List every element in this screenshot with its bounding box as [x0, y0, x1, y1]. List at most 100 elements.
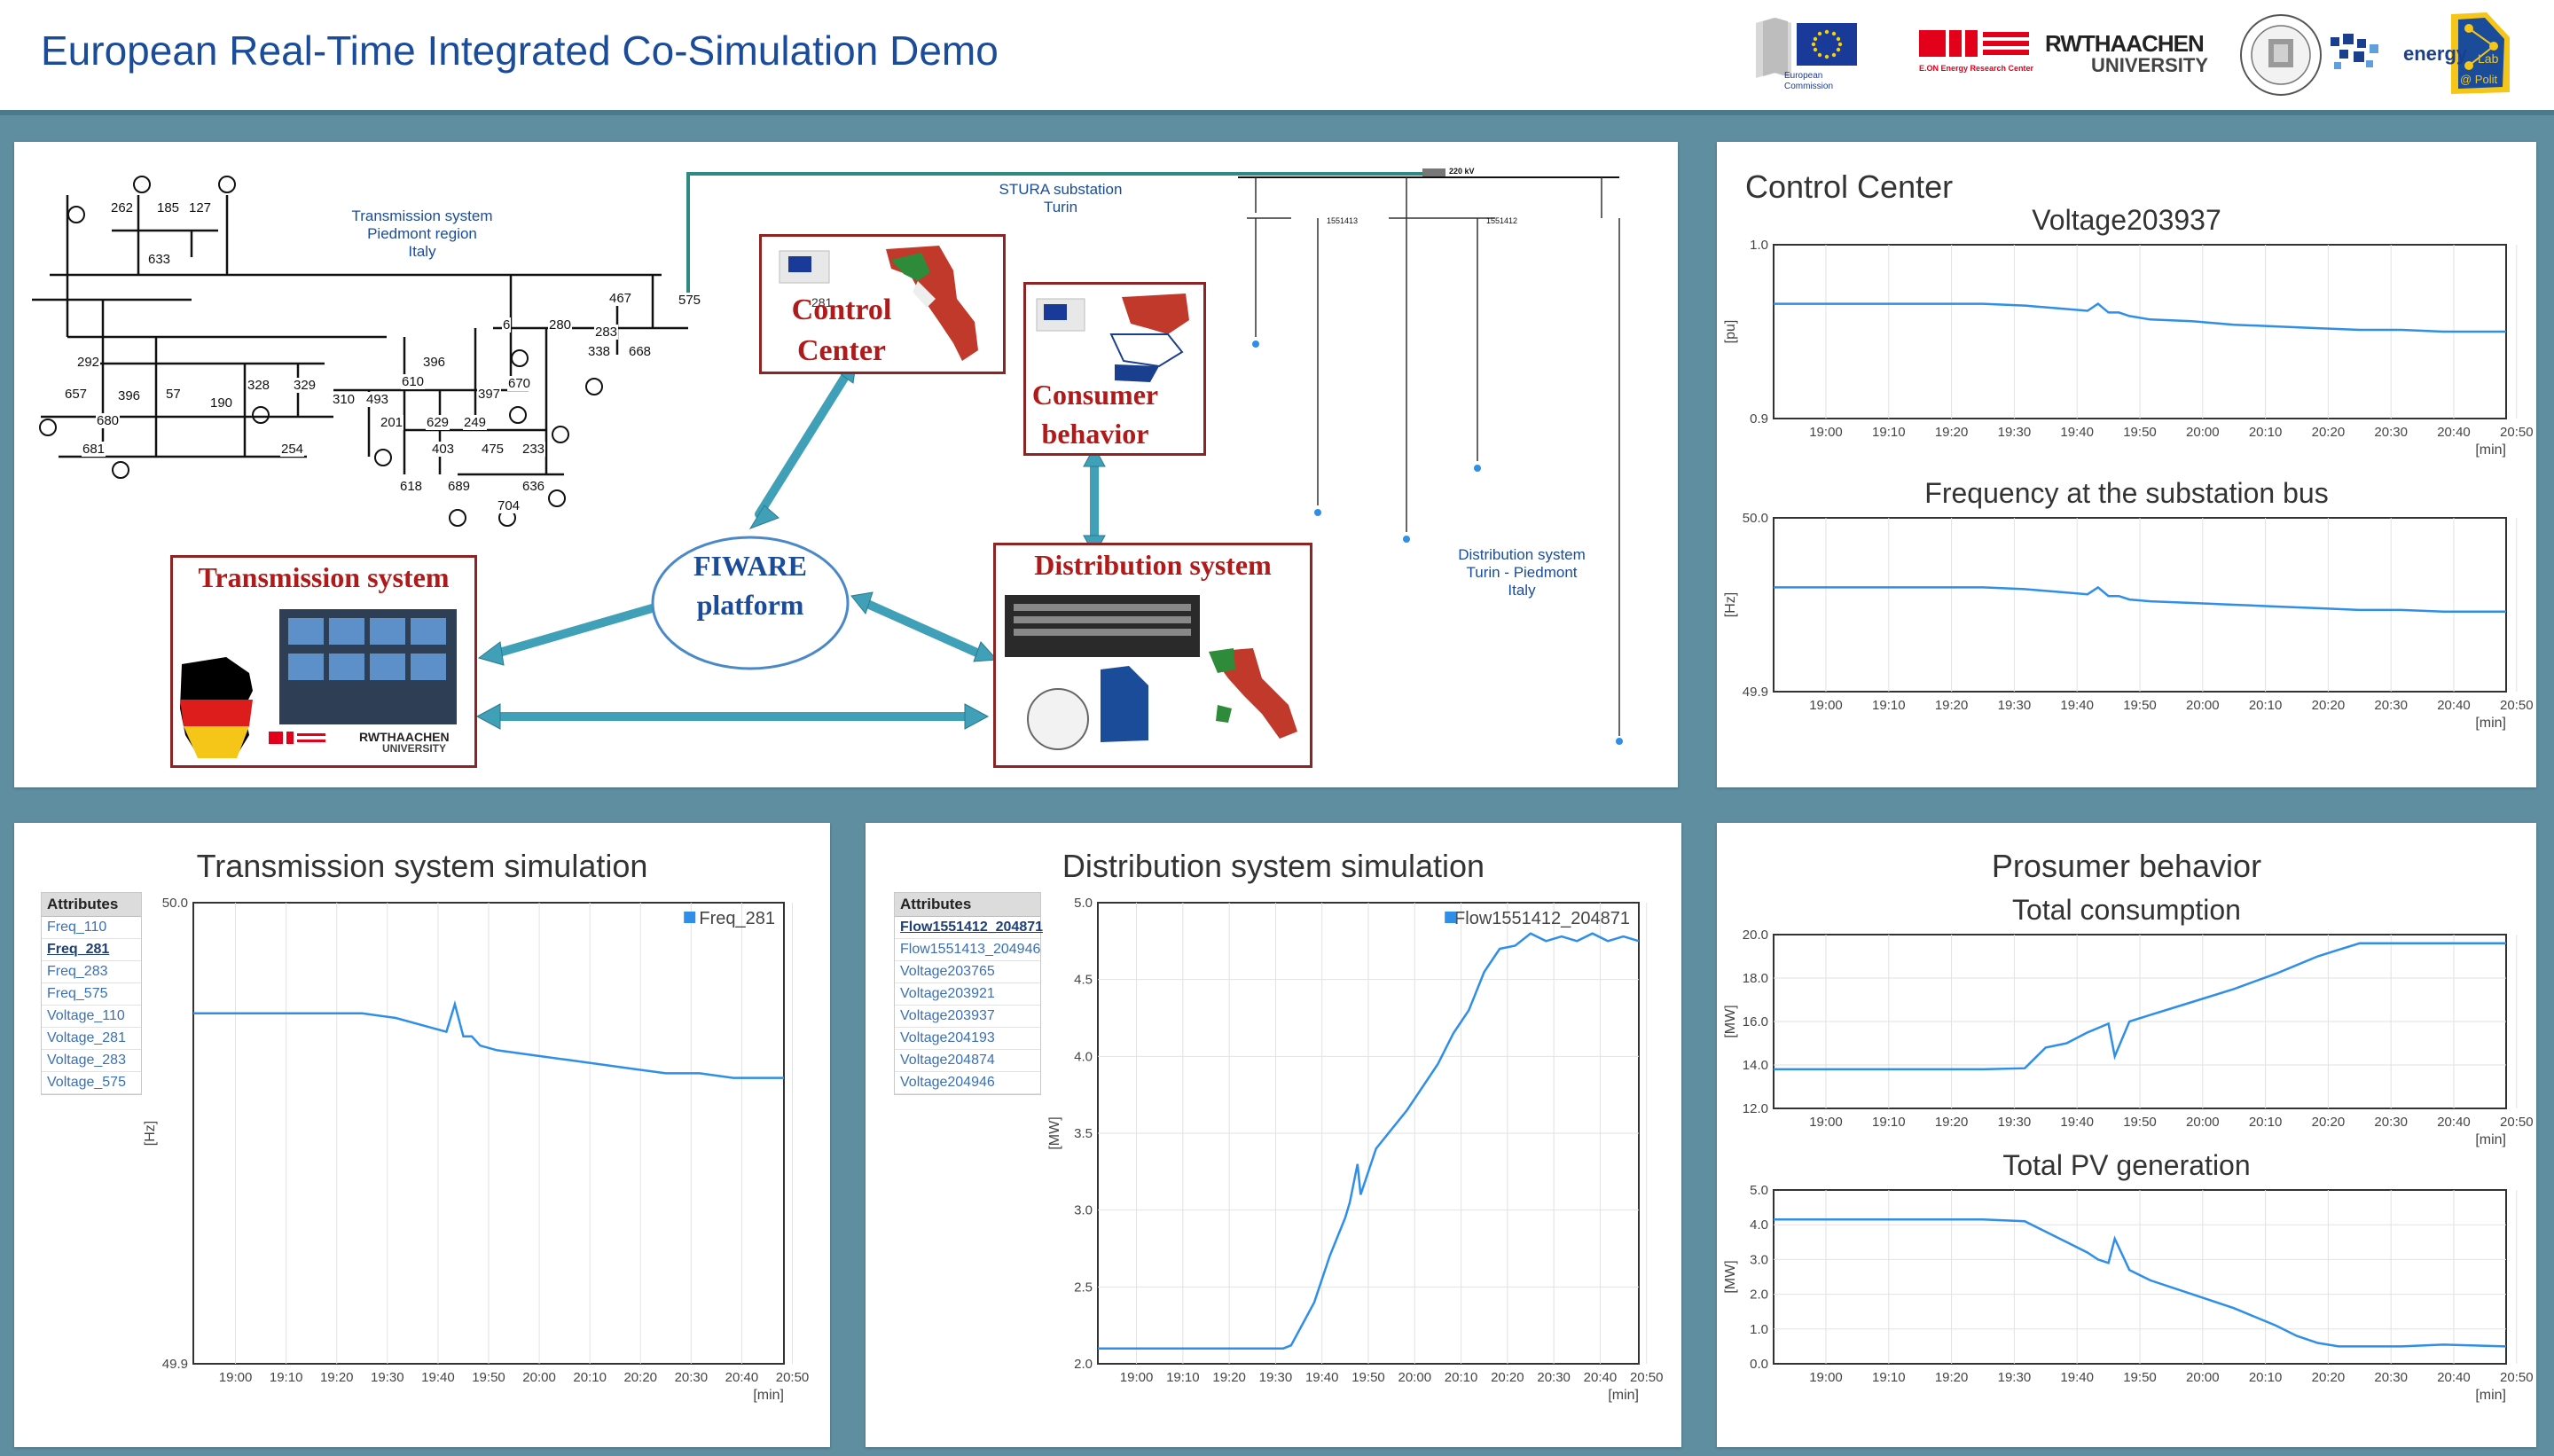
- x-tick-label: 20:50: [2500, 698, 2534, 713]
- x-tick-label: 20:30: [2374, 425, 2408, 440]
- ec-logo-line2: Commission: [1784, 82, 1834, 91]
- bus-number-label: 201: [380, 415, 404, 430]
- y-tick-label: 2.0: [1750, 1288, 1768, 1303]
- x-tick-label: 19:30: [1998, 1115, 2032, 1130]
- lab-logo-text: Lab: [2478, 51, 2499, 66]
- consumer-behavior-label-line1: Consumer: [1031, 379, 1159, 411]
- x-tick-label: 20:40: [2437, 1115, 2471, 1130]
- x-tick-label: 20:00: [1398, 1370, 1432, 1385]
- legend-swatch: [684, 912, 696, 923]
- y-tick-label: 12.0: [1743, 1101, 1768, 1116]
- x-tick-label: 19:20: [1935, 698, 1969, 713]
- polito-seal-logo: [2238, 12, 2323, 98]
- bus-number-label: 233: [521, 442, 546, 457]
- x-tick-label: 19:30: [1998, 698, 2032, 713]
- y-tick-label: 3.0: [1074, 1203, 1093, 1218]
- transmission-caption-line2: Piedmont region: [367, 225, 477, 242]
- x-tick-label: 19:40: [2060, 1115, 2094, 1130]
- y-tick-label: 4.0: [1750, 1217, 1768, 1233]
- bus-number-label: 403: [431, 442, 456, 457]
- x-tick-label: 20:00: [2186, 698, 2220, 713]
- x-axis-unit: [min]: [2475, 1132, 2506, 1147]
- y-tick-label: 5.0: [1074, 896, 1093, 911]
- transmission-caption-line3: Italy: [408, 243, 436, 260]
- y-tick-label: 14.0: [1743, 1058, 1768, 1073]
- transmission-caption: Transmission system Piedmont region Ital…: [316, 207, 529, 261]
- y-tick-label: 49.9: [162, 1357, 188, 1372]
- x-tick-label: 20:30: [2374, 1370, 2408, 1385]
- bus-number-label: 680: [96, 413, 121, 428]
- transmission-system-box: Transmission system RWTHAACHEN UNIVERSIT…: [170, 555, 477, 768]
- eon-logo: E.ON Energy Research Center: [1919, 30, 2033, 78]
- x-tick-label: 19:00: [1809, 425, 1843, 440]
- bus-number-label: 185: [156, 200, 181, 215]
- x-axis-unit: [min]: [2475, 716, 2506, 731]
- x-tick-label: 19:20: [1935, 1370, 1969, 1385]
- bus-number-label: 633: [147, 252, 172, 267]
- x-tick-label: 20:30: [1537, 1370, 1571, 1385]
- y-tick-label: 5.0: [1750, 1183, 1768, 1198]
- fiware-label-line2: platform: [696, 589, 804, 621]
- distribution-flow-chart[interactable]: 19:00 19:10 19:20 19:30 19:40 19:50 20:00 20:10…: [866, 892, 1681, 1424]
- y-axis-label: [pu]: [1723, 320, 1738, 344]
- y-tick-label: 0.9: [1750, 411, 1768, 427]
- control-center-box: 281 Control Center: [759, 234, 1006, 374]
- bus-number-label: 575: [678, 293, 702, 308]
- control-center-label-line1: Control: [791, 294, 892, 326]
- x-tick-label: 20:20: [2312, 698, 2346, 713]
- voltage-chart[interactable]: 19:00 19:10 19:20 19:30 19:40 19:50 20:00 20:10…: [1717, 238, 2536, 458]
- x-tick-label: 19:40: [2060, 425, 2094, 440]
- transmission-simulation-panel: Transmission system simulation Attribute…: [14, 823, 830, 1447]
- voltage-chart-title: Voltage203937: [2032, 204, 2221, 236]
- bus-number-label: 475: [481, 442, 505, 457]
- x-tick-label: 19:00: [1809, 698, 1843, 713]
- bus-number-label: 254: [280, 442, 305, 457]
- bus-number-label: 467: [608, 291, 633, 306]
- x-tick-label: 19:10: [1872, 1115, 1906, 1130]
- x-tick-label: 20:10: [2249, 1370, 2283, 1385]
- x-tick-label: 20:30: [675, 1370, 709, 1385]
- consumption-chart[interactable]: 19:00 19:10 19:20 19:30 19:40 19:50 20:00 20:10…: [1717, 928, 2536, 1147]
- x-tick-label: 19:10: [1872, 1370, 1906, 1385]
- x-tick-label: 20:10: [573, 1370, 607, 1385]
- x-tick-label: 19:20: [1935, 425, 1969, 440]
- x-tick-label: 20:10: [1445, 1370, 1478, 1385]
- x-tick-label: 20:20: [2312, 1370, 2346, 1385]
- x-axis-unit: [min]: [753, 1388, 784, 1403]
- y-tick-label: 49.9: [1743, 685, 1768, 700]
- distribution-panel-title: Distribution system simulation: [1062, 848, 1485, 884]
- bus-number-label: 681: [82, 442, 106, 457]
- y-tick-label: 3.0: [1750, 1252, 1768, 1267]
- bus-number-label: 396: [117, 388, 142, 403]
- x-tick-label: 20:20: [623, 1370, 657, 1385]
- frequency-chart[interactable]: 19:00 19:10 19:20 19:30 19:40 19:50 20:00 20:10…: [1717, 511, 2536, 731]
- x-tick-label: 20:00: [2186, 1370, 2220, 1385]
- bus-number-label: 329: [293, 378, 317, 393]
- y-tick-label: 4.5: [1074, 973, 1093, 988]
- control-center-label: Control Center: [762, 290, 921, 372]
- prosumer-behavior-panel: Prosumer behavior Total consumption 19:0…: [1717, 823, 2536, 1447]
- bus-number-label: 292: [76, 355, 101, 370]
- bus-number-label: 127: [188, 200, 213, 215]
- y-tick-label: 1.0: [1750, 238, 1768, 253]
- bus-number-label: 338: [587, 344, 612, 359]
- rtds-rack-image: [1005, 595, 1297, 750]
- tbox-rwth-line2: UNIVERSITY: [382, 742, 447, 755]
- stura-caption-line2: Turin: [1043, 199, 1078, 215]
- legend-label: Freq_281: [699, 909, 775, 928]
- eon-logo-text: E.ON Energy Research Center: [1919, 64, 2034, 73]
- x-tick-label: 20:40: [725, 1370, 759, 1385]
- y-axis-label: [Hz]: [1723, 592, 1738, 617]
- x-tick-label: 20:30: [2374, 1115, 2408, 1130]
- prosumer-panel-title: Prosumer behavior: [1991, 848, 2262, 884]
- control-center-label-line2: Center: [796, 334, 887, 367]
- x-tick-label: 19:40: [421, 1370, 455, 1385]
- x-tick-label: 20:10: [2249, 698, 2283, 713]
- y-tick-label: 3.5: [1074, 1126, 1093, 1141]
- bus-number-label: 283: [594, 325, 619, 340]
- transmission-frequency-chart[interactable]: 19:00 19:10 19:20 19:30 19:40 19:50 20:00 20:10…: [14, 892, 830, 1424]
- pv-generation-chart[interactable]: 19:00 19:10 19:20 19:30 19:40 19:50 20:00 20:10…: [1717, 1183, 2536, 1413]
- x-axis-unit: [min]: [1608, 1388, 1639, 1403]
- stura-caption: STURA substation Turin: [954, 181, 1167, 216]
- bus-number-label: 618: [399, 479, 424, 494]
